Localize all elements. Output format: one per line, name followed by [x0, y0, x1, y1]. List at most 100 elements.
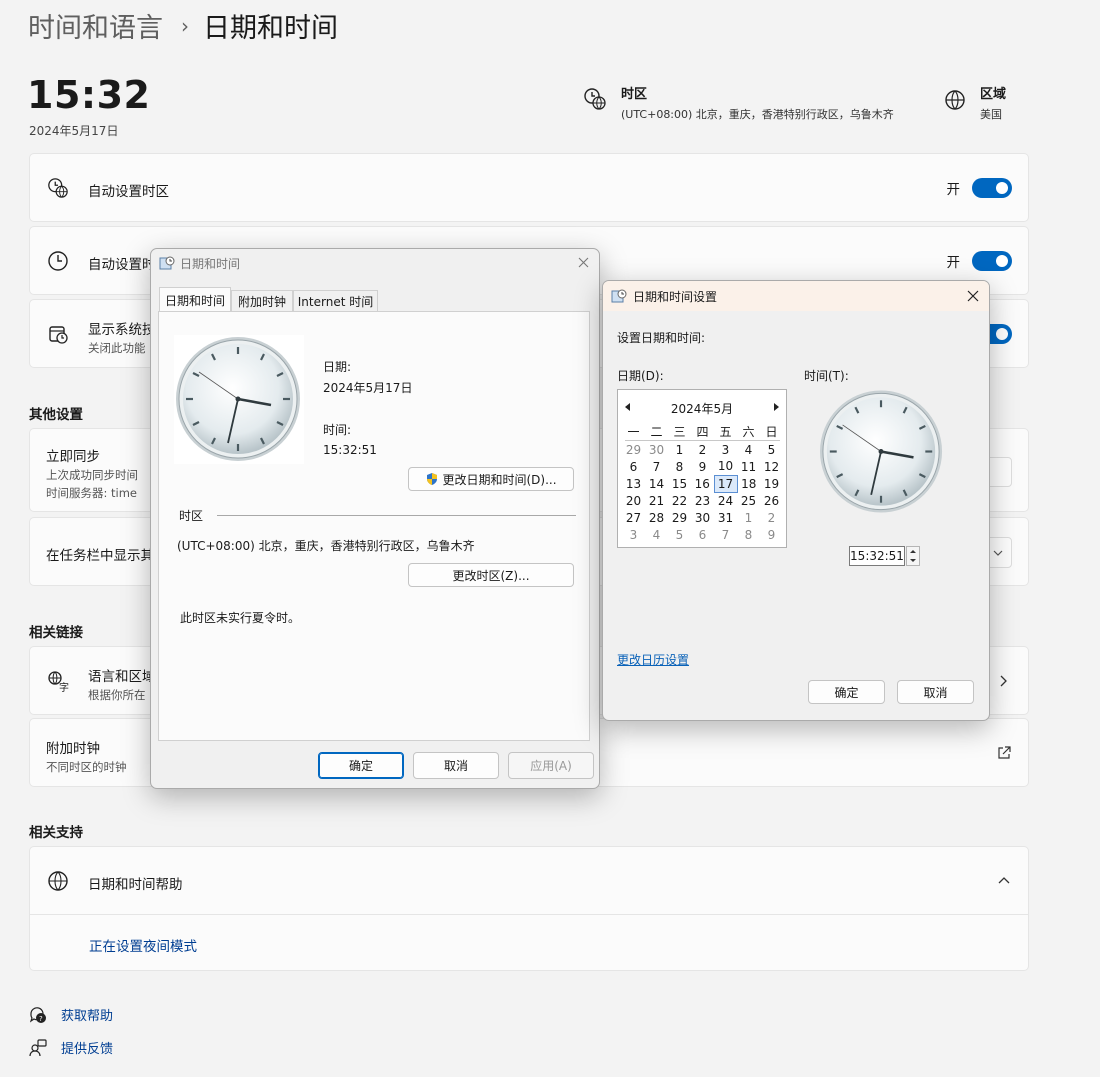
calendar-day[interactable]: 26: [760, 492, 783, 509]
calendar-day[interactable]: 30: [645, 441, 668, 458]
change-datetime-button[interactable]: 更改日期和时间(D)...: [408, 467, 574, 491]
svg-text:字: 字: [59, 681, 69, 692]
svg-text:?: ?: [39, 1015, 43, 1023]
calendar-week: 13 14 15 16 17 18 19: [622, 474, 783, 493]
calendar-day[interactable]: 7: [645, 458, 668, 475]
calendar-day[interactable]: 9: [691, 458, 714, 475]
calendar-control: 2024年5月 一 二 三 四 五 六 日 29 30 1 2 3 4 5 6 …: [617, 389, 787, 548]
sync-label: 立即同步: [46, 449, 100, 465]
settings-ok-button[interactable]: 确定: [808, 680, 885, 704]
calendar-week: 27 28 29 30 31 1 2: [622, 509, 783, 526]
datetime-help-card: 日期和时间帮助 正在设置夜间模式: [29, 846, 1029, 971]
clock-icon: [48, 251, 68, 271]
calendar-day[interactable]: 2: [691, 441, 714, 458]
calendar-day[interactable]: 9: [760, 526, 783, 543]
feedback-icon: [29, 1038, 47, 1056]
datetime-help-header[interactable]: 日期和时间帮助: [30, 847, 1028, 915]
ok-button[interactable]: 确定: [318, 752, 404, 779]
get-help-link-row[interactable]: ? 获取帮助: [29, 1005, 113, 1024]
calendar-day[interactable]: 1: [737, 509, 760, 526]
night-mode-link[interactable]: 正在设置夜间模式: [89, 935, 197, 955]
date-value: 2024年5月17日: [323, 381, 413, 395]
breadcrumb: 时间和语言 › 日期和时间: [28, 6, 338, 45]
datetime-app-icon: [611, 289, 627, 303]
close-icon[interactable]: [967, 290, 979, 302]
weekday: 六: [742, 425, 755, 439]
tab-additional-clocks[interactable]: 附加时钟: [231, 290, 293, 311]
weekday-row: 一 二 三 四 五 六 日: [622, 423, 783, 440]
settings-clock-face: [819, 390, 943, 513]
calendar-day[interactable]: 27: [622, 509, 645, 526]
time-input[interactable]: 15:32:51: [849, 546, 905, 566]
calendar-day[interactable]: 4: [737, 441, 760, 458]
calendar-day[interactable]: 4: [645, 526, 668, 543]
calendar-day[interactable]: 20: [622, 492, 645, 509]
calendar-day[interactable]: 12: [760, 458, 783, 475]
feedback-link-row[interactable]: 提供反馈: [29, 1038, 113, 1057]
auto-timezone-toggle[interactable]: [972, 178, 1012, 198]
next-month-icon[interactable]: [773, 403, 779, 411]
calendar-day[interactable]: 30: [691, 509, 714, 526]
get-help-link[interactable]: 获取帮助: [61, 1005, 113, 1024]
datetime-dialog: 日期和时间 日期和时间 附加时钟 Internet 时间 日期: 2024年5月…: [150, 248, 600, 789]
spin-up-icon[interactable]: [907, 547, 919, 556]
calendar-day[interactable]: 3: [622, 526, 645, 543]
settings-cancel-button[interactable]: 取消: [897, 680, 974, 704]
calendar-month[interactable]: 2024年5月: [618, 400, 786, 417]
calendar-day[interactable]: 23: [691, 492, 714, 509]
region-title: 区域: [980, 87, 1007, 102]
date-label: 日期:: [323, 360, 352, 374]
calendar-day[interactable]: 13: [622, 475, 645, 492]
calendar-day[interactable]: 29: [668, 509, 691, 526]
calendar-day[interactable]: 7: [714, 526, 737, 543]
breadcrumb-parent[interactable]: 时间和语言: [28, 6, 163, 45]
calendar-day[interactable]: 6: [691, 526, 714, 543]
calendar-day[interactable]: 8: [737, 526, 760, 543]
calendar-day[interactable]: 24: [714, 492, 737, 509]
calendar-day[interactable]: 18: [737, 475, 760, 492]
time-spinner[interactable]: [906, 546, 920, 566]
datetime-dialog-titlebar[interactable]: 日期和时间: [151, 249, 599, 277]
close-icon[interactable]: [578, 257, 589, 268]
calendar-day[interactable]: 21: [645, 492, 668, 509]
calendar-day[interactable]: 5: [668, 526, 691, 543]
calendar-day[interactable]: 31: [714, 509, 737, 526]
weekday: 四: [696, 425, 709, 439]
feedback-link[interactable]: 提供反馈: [61, 1038, 113, 1057]
datetime-settings-dialog: 日期和时间设置 设置日期和时间: 日期(D): 时间(T): 2024年5月 一…: [602, 280, 990, 721]
calendar-day[interactable]: 19: [760, 475, 783, 492]
calendar-day[interactable]: 15: [668, 475, 691, 492]
timezone-globe-icon: [584, 88, 606, 110]
calendar-day[interactable]: 2: [760, 509, 783, 526]
calendar-day[interactable]: 8: [668, 458, 691, 475]
calendar-day[interactable]: 16: [691, 475, 714, 492]
cancel-button[interactable]: 取消: [413, 752, 499, 779]
calendar-day[interactable]: 1: [668, 441, 691, 458]
weekday: 三: [673, 425, 686, 439]
language-region-sub: 根据你所在: [88, 688, 146, 702]
time-label: 时间:: [323, 423, 352, 437]
apply-button[interactable]: 应用(A): [508, 752, 594, 779]
calendar-day[interactable]: 5: [760, 441, 783, 458]
open-external-icon: [998, 746, 1011, 759]
timezone-divider: [217, 515, 576, 516]
calendar-day[interactable]: 11: [737, 458, 760, 475]
calendar-day[interactable]: 3: [714, 441, 737, 458]
datetime-settings-titlebar[interactable]: 日期和时间设置: [603, 281, 989, 311]
calendar-day[interactable]: 14: [645, 475, 668, 492]
change-timezone-button[interactable]: 更改时区(Z)...: [408, 563, 574, 587]
other-settings-heading: 其他设置: [29, 407, 83, 423]
spin-down-icon[interactable]: [907, 556, 919, 565]
calendar-day[interactable]: 22: [668, 492, 691, 509]
calendar-day[interactable]: 10: [714, 458, 737, 475]
calendar-grid: 一 二 三 四 五 六 日 29 30 1 2 3 4 5 6 7 8 9 10…: [622, 423, 783, 543]
tab-internet-time[interactable]: Internet 时间: [293, 290, 378, 311]
change-calendar-settings-link[interactable]: 更改日历设置: [617, 651, 689, 668]
calendar-day[interactable]: 28: [645, 509, 668, 526]
tab-datetime[interactable]: 日期和时间: [159, 287, 231, 312]
calendar-day[interactable]: 25: [737, 492, 760, 509]
calendar-day[interactable]: 29: [622, 441, 645, 458]
calendar-day-selected[interactable]: 17: [713, 474, 738, 493]
calendar-day[interactable]: 6: [622, 458, 645, 475]
auto-time-toggle[interactable]: [972, 251, 1012, 271]
